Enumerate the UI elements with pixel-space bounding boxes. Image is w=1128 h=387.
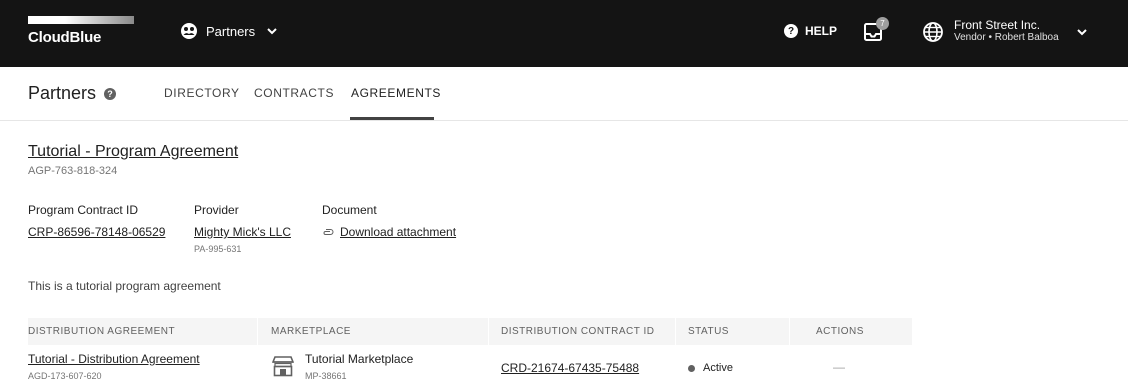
column-header-distribution-agreement[interactable]: DISTRIBUTION AGREEMENT (28, 326, 175, 337)
column-divider (488, 318, 489, 345)
top-navigation-bar: CloudBlue Partners ? HELP 7 Front Street… (0, 0, 1128, 67)
help-button[interactable]: ? HELP (784, 24, 837, 38)
status-label: Active (703, 362, 733, 374)
distribution-agreement-link[interactable]: Tutorial - Distribution Agreement (28, 352, 200, 366)
download-attachment-link[interactable]: Download attachment (340, 225, 456, 239)
column-header-actions: ACTIONS (816, 326, 864, 337)
column-header-distribution-contract-id[interactable]: DISTRIBUTION CONTRACT ID (501, 326, 654, 337)
help-label: HELP (805, 24, 838, 38)
status-badge: Active (688, 362, 733, 374)
account-name: Front Street Inc. (954, 18, 1041, 32)
row-actions: — (833, 360, 845, 374)
notification-badge: 7 (876, 17, 889, 30)
marketplace-id: MP-38661 (305, 371, 347, 381)
tab-contracts[interactable]: CONTRACTS (254, 86, 334, 100)
chevron-down-icon (267, 28, 277, 35)
program-contract-link[interactable]: CRP-86596-78148-06529 (28, 225, 165, 239)
provider-label: Provider (194, 203, 239, 217)
account-menu[interactable]: Front Street Inc. Vendor • Robert Balboa (922, 19, 1089, 44)
help-icon[interactable]: ? (104, 87, 117, 100)
module-switcher[interactable]: Partners (180, 22, 279, 40)
account-role: Vendor • Robert Balboa (954, 32, 1059, 43)
marketplace-store-icon (272, 356, 294, 377)
column-divider (675, 318, 676, 345)
status-dot-icon (688, 364, 695, 372)
globe-icon (923, 21, 943, 42)
agreement-title[interactable]: Tutorial - Program Agreement (28, 143, 238, 161)
document-label: Document (322, 203, 377, 217)
column-header-status[interactable]: STATUS (688, 326, 729, 337)
app-logo[interactable]: CloudBlue (28, 29, 101, 46)
distribution-contract-link[interactable]: CRD-21674-67435-75488 (501, 361, 639, 375)
program-contract-label: Program Contract ID (28, 203, 139, 217)
chevron-down-icon (1076, 28, 1087, 35)
distribution-agreement-id: AGD-173-607-620 (28, 371, 102, 381)
module-label: Partners (206, 23, 256, 39)
attachment-icon (323, 229, 334, 235)
provider-link[interactable]: Mighty Mick's LLC (194, 225, 291, 239)
column-header-marketplace[interactable]: MARKETPLACE (271, 326, 351, 337)
marketplace-name: Tutorial Marketplace (305, 352, 414, 366)
tab-agreements[interactable]: AGREEMENTS (351, 86, 441, 100)
page-title-text: Partners (28, 83, 97, 103)
partners-icon (181, 23, 197, 39)
provider-id: PA-995-631 (194, 244, 242, 254)
column-divider (257, 318, 258, 345)
active-tab-indicator (350, 117, 434, 120)
agreement-description: This is a tutorial program agreement (28, 279, 221, 293)
page-header: Partners ? DIRECTORY CONTRACTS AGREEMENT… (0, 67, 1128, 121)
help-icon: ? (784, 24, 798, 38)
agreement-id: AGP-763-818-324 (28, 165, 118, 177)
logo-graphic (28, 16, 134, 24)
table-header: DISTRIBUTION AGREEMENT MARKETPLACE DISTR… (28, 318, 912, 345)
page-title: Partners ? (28, 83, 117, 104)
notifications-button[interactable]: 7 (864, 17, 889, 44)
column-divider (789, 318, 790, 345)
tab-directory[interactable]: DIRECTORY (164, 86, 240, 100)
